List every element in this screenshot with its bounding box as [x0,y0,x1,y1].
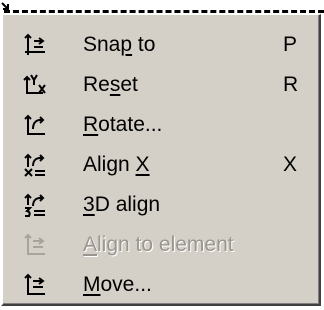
shortcut-key: R [283,73,299,96]
menu-item-label: Reset [83,73,138,96]
shortcut-key: X [283,153,298,176]
menu-item-label: Rotate... [83,113,163,136]
align-to-element-icon [21,231,49,259]
menu-item-label: Snap to [83,33,156,56]
move-icon [21,271,49,299]
reset-axes-icon [21,71,49,99]
menu-item-align-x[interactable]: Align X X [3,145,319,185]
menu-item-label: 3D align [83,193,161,216]
rotate-icon [21,111,49,139]
tear-off-dashed-line [4,10,324,13]
3d-align-icon [21,191,49,219]
menu-item-label: Move... [83,273,152,296]
menu-item-snap-to[interactable]: Snap to P [3,25,319,65]
context-menu: Snap to P Reset R Rotate... Align X X 3D… [1,14,321,306]
menu-item-label: Align to element [83,233,234,256]
menu-item-align-to-element: Align to element [3,225,319,265]
menu-item-rotate[interactable]: Rotate... [3,105,319,145]
snap-to-icon [21,31,49,59]
menu-item-label: Align X [83,153,150,176]
tear-off-bar[interactable] [0,0,324,14]
menu-item-move[interactable]: Move... [3,265,319,305]
menu-item-3d-align[interactable]: 3D align [3,185,319,225]
align-x-icon [21,151,49,179]
menu-item-reset[interactable]: Reset R [3,65,319,105]
shortcut-key: P [283,33,298,56]
